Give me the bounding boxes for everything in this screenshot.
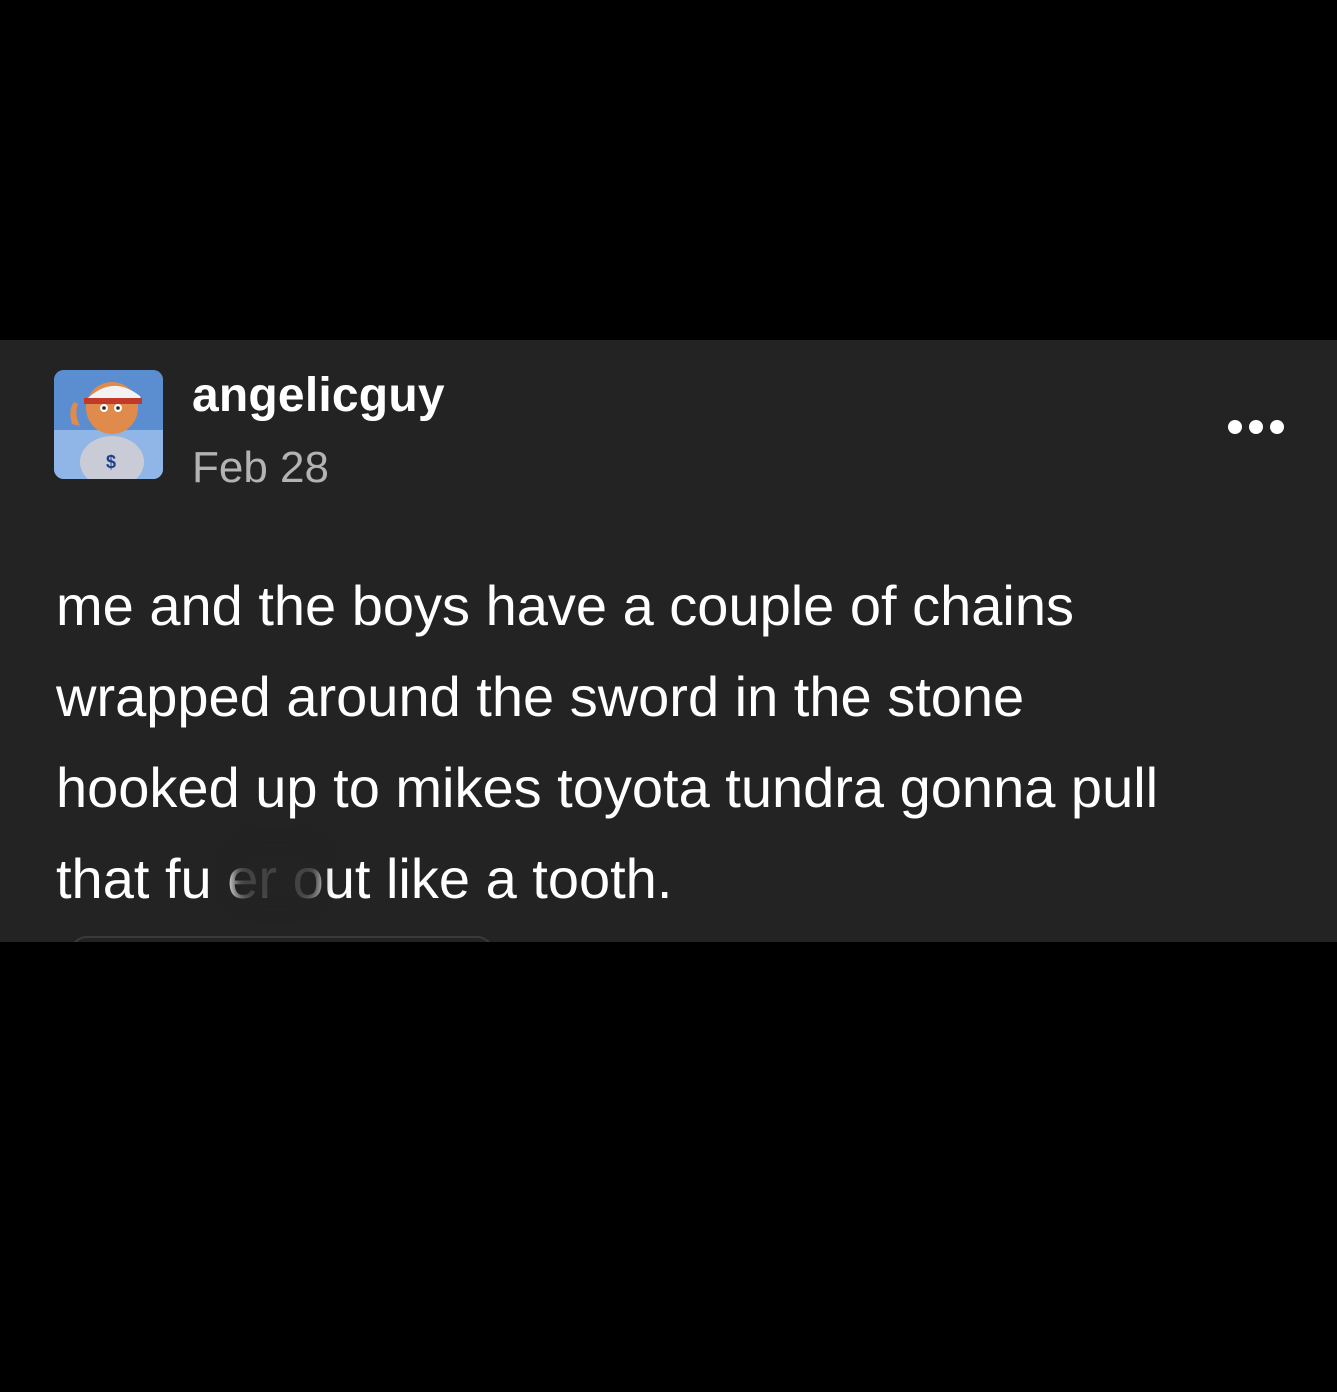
truncated-element-edge: [70, 936, 494, 942]
post-date[interactable]: Feb 28: [192, 443, 329, 492]
author-name[interactable]: angelicguy: [192, 369, 445, 423]
toy-figure-avatar-icon: $: [54, 370, 163, 479]
svg-text:$: $: [106, 452, 116, 472]
post-card: $ angelicguy Feb 28 me and the boys have…: [0, 340, 1337, 942]
avatar[interactable]: $: [54, 370, 163, 479]
censor-blur: [232, 842, 322, 908]
more-options-button[interactable]: [1222, 410, 1290, 444]
more-options-icon: [1228, 420, 1284, 434]
